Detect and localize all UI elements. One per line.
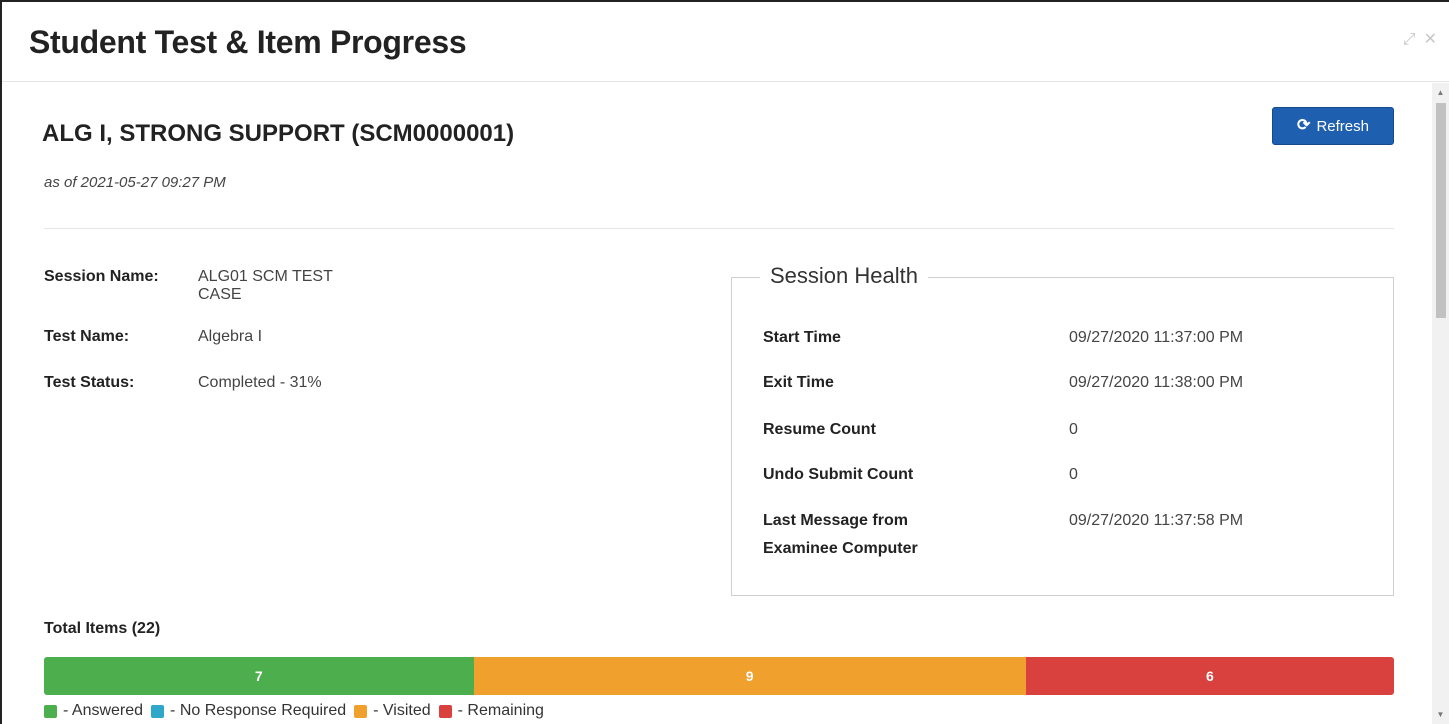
scroll-up-arrow-icon[interactable]: ▲ bbox=[1432, 86, 1449, 100]
test-heading: ALG I, STRONG SUPPORT (SCM0000001) bbox=[42, 120, 515, 147]
as-of-timestamp: as of 2021-05-27 09:27 PM bbox=[44, 174, 226, 191]
window-controls: ⤢ ✕ bbox=[1403, 32, 1437, 48]
legend-item: - Remaining bbox=[438, 702, 544, 720]
dialog-header: Student Test & Item Progress ⤢ ✕ bbox=[2, 2, 1449, 82]
health-value: 0 bbox=[1069, 421, 1078, 438]
health-label-line1: Last Message from bbox=[763, 512, 908, 529]
health-label-line2: Examinee Computer bbox=[763, 540, 918, 557]
session-health-title: Session Health bbox=[760, 263, 928, 289]
session-name-row: Session Name: ALG01 SCM TEST CASE bbox=[44, 268, 333, 304]
refresh-button[interactable]: ⟳ Refresh bbox=[1272, 107, 1394, 145]
test-name-row: Test Name: Algebra I bbox=[44, 328, 262, 346]
health-value: 0 bbox=[1069, 466, 1078, 483]
test-name-label: Test Name: bbox=[44, 328, 130, 345]
test-name-value: Algebra I bbox=[198, 328, 263, 345]
health-label: Exit Time bbox=[763, 374, 834, 391]
expand-icon[interactable]: ⤢ bbox=[1403, 32, 1416, 48]
test-status-label: Test Status: bbox=[44, 374, 135, 391]
session-name-line1: ALG01 SCM TEST bbox=[198, 268, 333, 285]
legend-label: - Visited bbox=[373, 702, 431, 719]
dialog-title: Student Test & Item Progress bbox=[29, 24, 467, 60]
legend-swatch bbox=[151, 704, 165, 718]
test-status-row: Test Status: Completed - 31% bbox=[44, 374, 322, 392]
legend-item: - Answered bbox=[44, 702, 143, 720]
close-icon[interactable]: ✕ bbox=[1424, 32, 1437, 48]
progress-legend: - Answered - No Response Required - Visite… bbox=[44, 702, 552, 720]
health-value: 09/27/2020 11:37:58 PM bbox=[1069, 512, 1244, 529]
section-divider bbox=[44, 228, 1394, 229]
legend-swatch bbox=[44, 704, 57, 718]
legend-swatch bbox=[354, 704, 368, 718]
session-name-line2: CASE bbox=[198, 286, 242, 303]
item-progress-bar: 796 bbox=[44, 657, 1394, 695]
health-value: 09/27/2020 11:37:00 PM bbox=[1069, 329, 1244, 346]
legend-label: - No Response Required bbox=[170, 702, 347, 719]
progress-segment-visited: 9 bbox=[473, 657, 1026, 695]
total-items-label: Total Items (22) bbox=[44, 620, 161, 637]
legend-item: - No Response Required bbox=[151, 702, 346, 720]
health-label: Last Message from Examinee Computer bbox=[763, 507, 993, 563]
legend-label: - Answered bbox=[63, 702, 144, 719]
health-value: 09/27/2020 11:38:00 PM bbox=[1069, 374, 1244, 391]
health-label: Undo Submit Count bbox=[763, 466, 914, 483]
legend-label: - Remaining bbox=[457, 702, 544, 719]
refresh-button-label: Refresh bbox=[1316, 117, 1369, 135]
vertical-scrollbar[interactable]: ▲ ▼ bbox=[1432, 83, 1449, 724]
scroll-thumb[interactable] bbox=[1436, 103, 1446, 318]
test-status-value: Completed - 31% bbox=[198, 374, 322, 391]
health-label: Resume Count bbox=[763, 421, 876, 438]
progress-segment-answered: 7 bbox=[44, 657, 474, 695]
scroll-down-arrow-icon[interactable]: ▼ bbox=[1432, 708, 1449, 722]
legend-item: - Visited bbox=[354, 702, 431, 720]
health-label: Start Time bbox=[763, 329, 841, 346]
progress-segment-remaining: 6 bbox=[1025, 657, 1394, 695]
legend-swatch bbox=[438, 704, 452, 718]
session-name-value: ALG01 SCM TEST CASE bbox=[198, 268, 333, 304]
session-name-label: Session Name: bbox=[44, 268, 159, 285]
refresh-icon: ⟳ bbox=[1297, 117, 1311, 134]
